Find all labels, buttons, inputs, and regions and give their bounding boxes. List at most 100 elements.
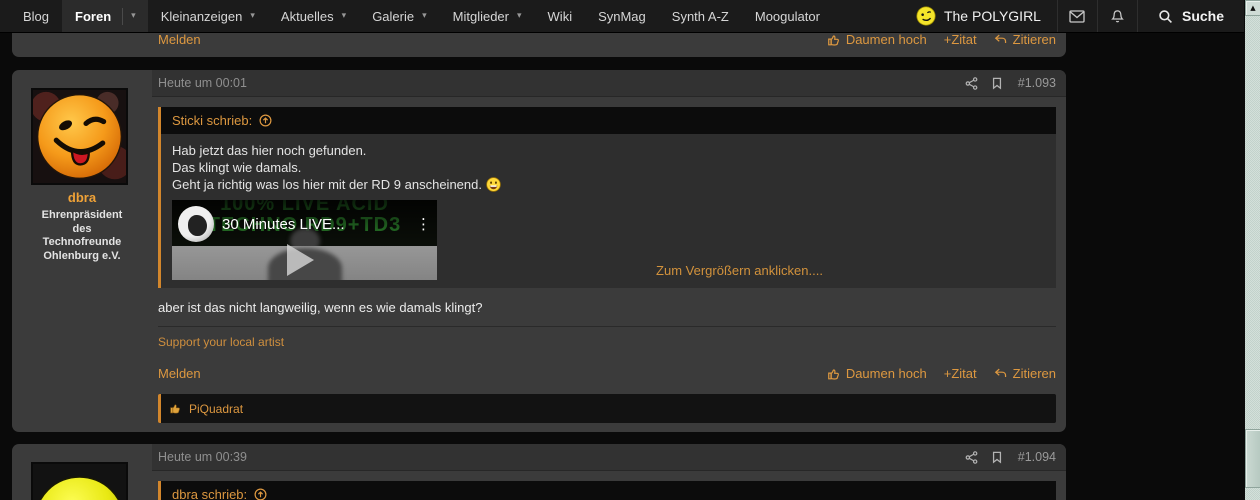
message-area: Heute um 00:01 #1.093 Sticki schrieb: Ha…: [152, 70, 1066, 432]
scroll-up-button[interactable]: ▲: [1245, 0, 1260, 16]
quote-label: Zitieren: [1012, 32, 1056, 47]
youtube-embed[interactable]: 100% LIVE ACID TECHNO RD9+TD3: [172, 200, 437, 280]
bell-icon: [1111, 9, 1124, 22]
quote-author: Sticki schrieb:: [172, 113, 253, 128]
reply-icon: [994, 368, 1006, 377]
report-link[interactable]: Melden: [158, 366, 201, 381]
user-title-line: des: [72, 222, 92, 235]
nav-item-synmag[interactable]: SynMag: [585, 0, 659, 32]
search-label: Suche: [1181, 8, 1224, 24]
like-button[interactable]: Daumen hoch: [827, 32, 927, 47]
thumb-up-reaction-icon: [170, 404, 180, 414]
enlarge-hint-link[interactable]: Zum Vergrößern anklicken....: [437, 263, 1042, 280]
reaction-user-link[interactable]: PiQuadrat: [189, 402, 243, 416]
nav-item-blog[interactable]: Blog: [10, 0, 62, 32]
post-action-links: Daumen hoch +Zitat Zitieren: [827, 32, 1056, 47]
goto-source-icon[interactable]: [259, 114, 272, 127]
multiquote-button[interactable]: +Zitat: [944, 32, 977, 47]
nav-divider: [122, 7, 124, 25]
bookmark-icon: [992, 451, 1001, 464]
search-button[interactable]: Suche: [1136, 0, 1244, 32]
like-label: Daumen hoch: [845, 32, 927, 47]
scrollbar-thumb[interactable]: [1245, 429, 1260, 488]
nav-item-kleinanzeigen[interactable]: Kleinanzeigen ▾: [148, 0, 268, 32]
user-info-column: dbra Ehrenpräsident des Technofreunde Oh…: [12, 70, 152, 432]
quote-header[interactable]: Sticki schrieb:: [161, 107, 1056, 134]
nav-item-aktuelles[interactable]: Aktuelles ▾: [268, 0, 359, 32]
report-link[interactable]: Melden: [158, 32, 201, 47]
nav-item-mitglieder[interactable]: Mitglieder ▾: [440, 0, 535, 32]
post-date[interactable]: Heute um 00:39: [158, 450, 247, 464]
post-number-link[interactable]: #1.094: [1018, 450, 1056, 464]
user-title-line: Ehrenpräsident: [41, 209, 123, 221]
chevron-down-icon[interactable]: ▾: [517, 11, 522, 21]
post-footer: Melden Daumen hoch +Zitat Zitieren: [158, 366, 1056, 381]
quote-body: Hab jetzt das hier noch gefunden. Das kl…: [161, 134, 1056, 288]
yellow-smiley-avatar: [33, 464, 126, 500]
nav-item-label: Kleinanzeigen: [160, 8, 243, 24]
nav-item-label: Mitglieder: [452, 8, 509, 24]
thumb-up-icon: [827, 34, 839, 46]
nav-item-wiki[interactable]: Wiki: [535, 0, 586, 32]
inbox-button[interactable]: [1056, 0, 1097, 32]
post-header: Heute um 00:39 #1.094: [152, 444, 1066, 471]
video-title-row: 30 Minutes LIVE... ⋮: [178, 206, 431, 242]
more-options-icon[interactable]: ⋮: [416, 217, 431, 232]
bookmark-button[interactable]: [991, 451, 1003, 464]
nav-item-label: Foren: [75, 8, 112, 24]
post-body: Sticki schrieb: Hab jetzt das hier noch …: [152, 97, 1066, 423]
bookmark-button[interactable]: [991, 77, 1003, 90]
quote-line: Geht ja richtig was los hier mit der RD …: [172, 176, 1042, 193]
post-card-1093: dbra Ehrenpräsident des Technofreunde Oh…: [12, 70, 1066, 432]
nav-item-galerie[interactable]: Galerie ▾: [359, 0, 439, 32]
mail-icon: [1069, 9, 1086, 23]
thumb-up-icon: [827, 368, 839, 380]
play-icon[interactable]: [287, 244, 314, 276]
user-info-column: [12, 444, 152, 500]
post-date[interactable]: Heute um 00:01: [158, 76, 247, 90]
chevron-down-icon[interactable]: ▾: [422, 11, 427, 21]
nav-item-moogulator[interactable]: Moogulator: [742, 0, 833, 32]
chevron-down-icon[interactable]: ▾: [131, 11, 148, 21]
chevron-down-icon[interactable]: ▾: [342, 11, 347, 21]
quote-label: Zitieren: [1012, 366, 1056, 381]
quote-media-row: 100% LIVE ACID TECHNO RD9+TD3: [172, 200, 1042, 280]
alerts-button[interactable]: [1096, 0, 1137, 32]
signature-divider: [158, 326, 1056, 327]
video-title[interactable]: 30 Minutes LIVE...: [222, 216, 410, 233]
quote-button[interactable]: Zitieren: [994, 32, 1056, 47]
post-card-1094: Heute um 00:39 #1.094 dbra schrieb:: [12, 444, 1066, 500]
share-button[interactable]: [965, 450, 978, 464]
reaction-bar[interactable]: PiQuadrat: [158, 394, 1056, 423]
nav-item-synth-a-z[interactable]: Synth A-Z: [659, 0, 742, 32]
username-link[interactable]: dbra: [12, 190, 152, 205]
multiquote-button[interactable]: +Zitat: [944, 366, 977, 381]
quote-block: dbra schrieb:: [158, 481, 1056, 500]
account-menu[interactable]: The POLYGIRL: [900, 0, 1057, 32]
forum-page: Melden Daumen hoch +Zitat Zitieren dbra …: [0, 0, 1260, 500]
share-icon: [965, 450, 978, 464]
nav-item-label: Aktuelles: [280, 8, 334, 24]
quote-button[interactable]: Zitieren: [994, 366, 1056, 381]
goto-source-icon[interactable]: [254, 488, 267, 500]
user-title: Ehrenpräsident des Technofreunde Ohlenbu…: [12, 209, 152, 263]
user-avatar-icon: [916, 6, 936, 26]
chevron-down-icon[interactable]: ▾: [250, 11, 255, 21]
search-icon: [1159, 9, 1172, 23]
nav-item-foren[interactable]: Foren ▾: [62, 0, 148, 32]
like-button[interactable]: Daumen hoch: [827, 366, 927, 381]
avatar[interactable]: [31, 88, 128, 185]
like-label: Daumen hoch: [845, 366, 927, 381]
nav-item-label: Galerie: [372, 8, 415, 24]
signature-text[interactable]: Support your local artist: [158, 335, 1056, 349]
avatar[interactable]: [31, 462, 128, 500]
share-button[interactable]: [965, 76, 978, 90]
post-number-link[interactable]: #1.093: [1018, 76, 1056, 90]
quote-header[interactable]: dbra schrieb:: [161, 481, 1056, 500]
account-name: The POLYGIRL: [943, 8, 1041, 24]
scrollbar[interactable]: ▲: [1244, 0, 1260, 500]
bookmark-icon: [992, 77, 1001, 90]
channel-avatar[interactable]: [178, 206, 214, 242]
post-body: dbra schrieb:: [152, 471, 1066, 500]
quote-line: Hab jetzt das hier noch gefunden.: [172, 143, 367, 158]
